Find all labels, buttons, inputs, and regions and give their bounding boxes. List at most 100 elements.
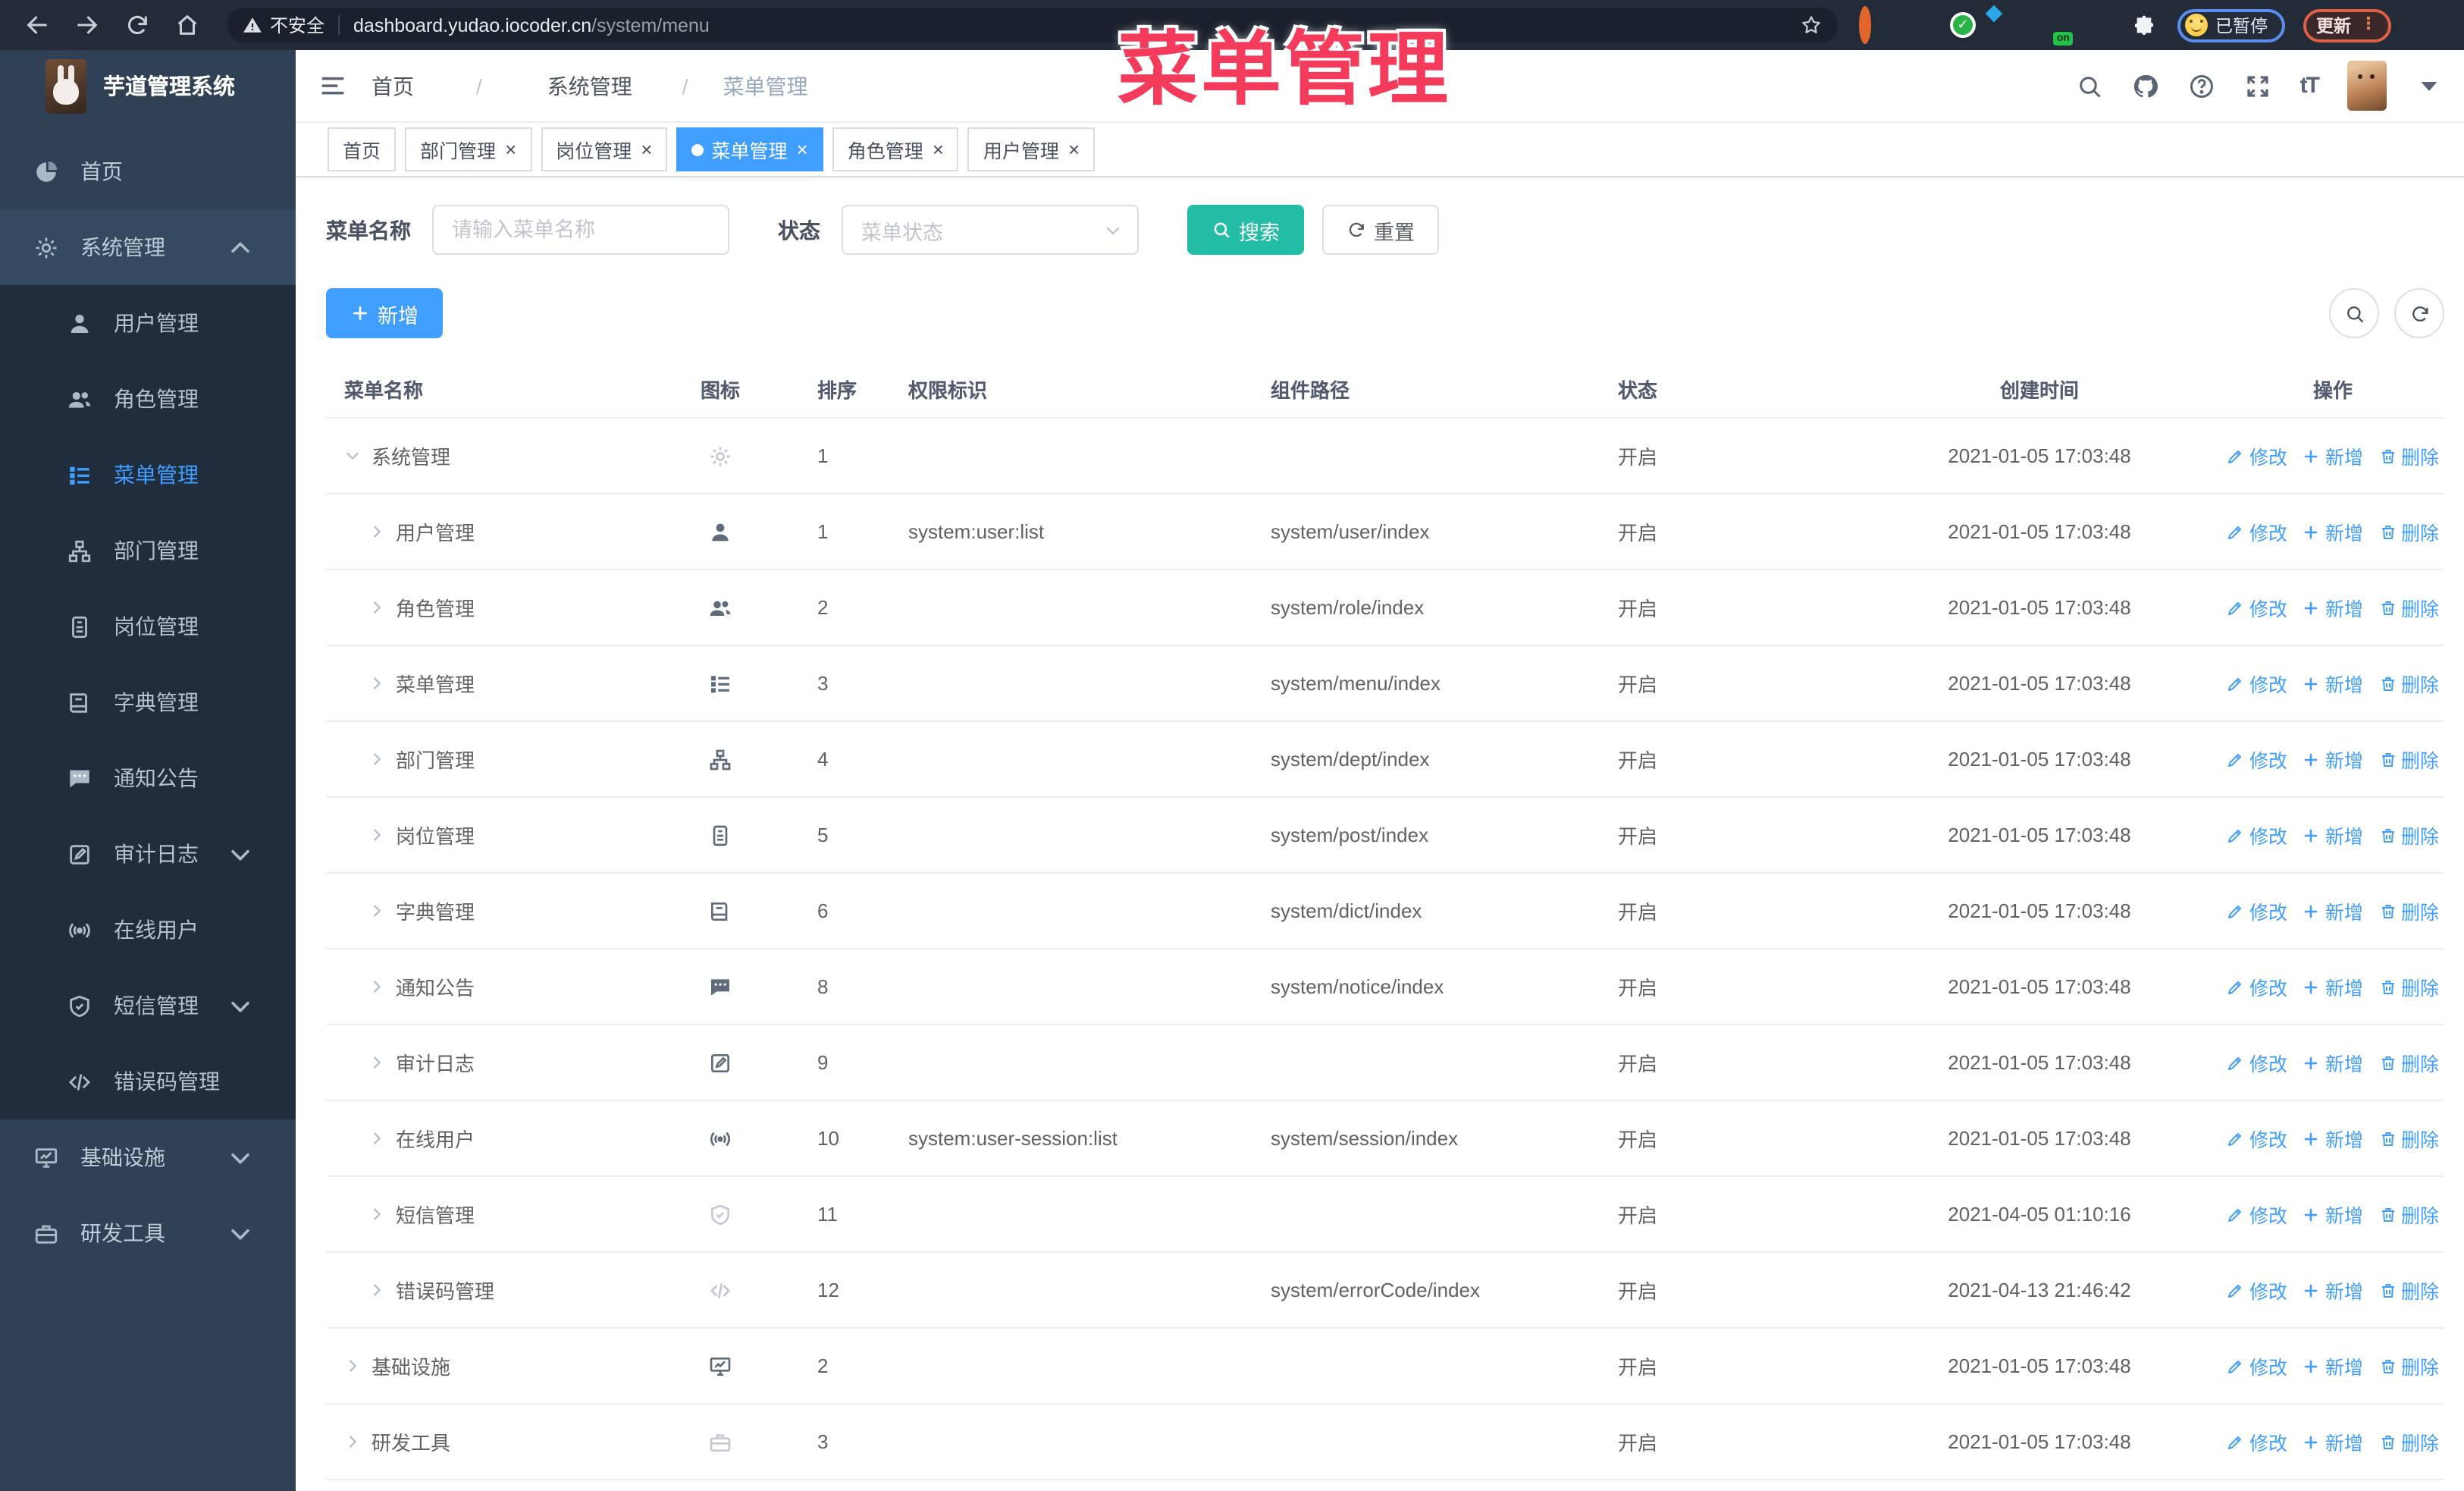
delete-link[interactable]: 删除 (2378, 821, 2439, 849)
hamburger-icon[interactable] (318, 71, 347, 100)
tab-首页[interactable]: 首页 (328, 127, 397, 171)
sidebar-item-首页[interactable]: 首页 (0, 133, 296, 209)
bookmark-star-icon[interactable] (1800, 14, 1823, 36)
add-link[interactable]: 新增 (2303, 593, 2363, 622)
home-icon[interactable] (174, 12, 200, 38)
add-link[interactable]: 新增 (2303, 517, 2363, 546)
sidebar-item-错误码管理[interactable]: 错误码管理 (0, 1044, 296, 1119)
add-link[interactable]: 新增 (2303, 821, 2363, 849)
add-link[interactable]: 新增 (2303, 1048, 2363, 1077)
tab-角色管理[interactable]: 角色管理 × (832, 127, 959, 171)
help-icon[interactable] (2188, 72, 2215, 99)
back-icon[interactable] (24, 12, 50, 38)
delete-link[interactable]: 删除 (2378, 593, 2439, 622)
expand-row-icon[interactable] (368, 1054, 385, 1071)
delete-link[interactable]: 删除 (2378, 1200, 2439, 1229)
close-tab-icon[interactable]: × (505, 140, 516, 159)
expand-row-icon[interactable] (368, 1282, 385, 1298)
edit-link[interactable]: 修改 (2227, 1351, 2287, 1380)
user-avatar[interactable] (2347, 61, 2387, 111)
tab-用户管理[interactable]: 用户管理 × (967, 127, 1096, 171)
extension-toggle-icon[interactable]: on (2041, 12, 2073, 46)
fullscreen-icon[interactable] (2244, 72, 2271, 99)
reload-icon[interactable] (124, 12, 150, 38)
edit-link[interactable]: 修改 (2227, 745, 2287, 774)
collapse-row-icon[interactable] (344, 447, 361, 464)
expand-row-icon[interactable] (368, 1130, 385, 1147)
expand-row-icon[interactable] (344, 1358, 361, 1374)
expand-row-icon[interactable] (368, 599, 385, 616)
delete-link[interactable]: 删除 (2378, 1124, 2439, 1153)
sidebar-item-研发工具[interactable]: 研发工具 (0, 1195, 296, 1271)
app-logo[interactable]: 芋道管理系统 (0, 50, 296, 121)
close-tab-icon[interactable]: × (797, 140, 808, 159)
font-size-icon[interactable]: tT (2300, 73, 2320, 99)
delete-link[interactable]: 删除 (2378, 745, 2439, 774)
edit-link[interactable]: 修改 (2227, 441, 2287, 470)
edit-link[interactable]: 修改 (2227, 669, 2287, 698)
edit-link[interactable]: 修改 (2227, 1200, 2287, 1229)
extensions-puzzle-icon[interactable] (2132, 13, 2156, 37)
sidebar-item-角色管理[interactable]: 角色管理 (0, 361, 296, 437)
delete-link[interactable]: 删除 (2378, 517, 2439, 546)
expand-row-icon[interactable] (368, 902, 385, 919)
github-icon[interactable] (2132, 72, 2159, 99)
delete-link[interactable]: 删除 (2378, 1048, 2439, 1077)
delete-link[interactable]: 删除 (2378, 1351, 2439, 1380)
search-icon[interactable] (2076, 72, 2103, 99)
add-link[interactable]: 新增 (2303, 1276, 2363, 1304)
expand-row-icon[interactable] (368, 751, 385, 767)
extension-grid-icon[interactable] (1995, 12, 2021, 38)
profile-paused-badge[interactable]: 已暂停 (2177, 8, 2284, 42)
delete-link[interactable]: 删除 (2378, 1276, 2439, 1304)
expand-row-icon[interactable] (368, 675, 385, 692)
sidebar-item-岗位管理[interactable]: 岗位管理 (0, 589, 296, 664)
delete-link[interactable]: 删除 (2378, 972, 2439, 1001)
edit-link[interactable]: 修改 (2227, 1048, 2287, 1077)
kebab-menu-icon[interactable]: ⋮ (2360, 16, 2377, 33)
sidebar-item-字典管理[interactable]: 字典管理 (0, 664, 296, 740)
extension-donut-icon[interactable] (1859, 6, 1885, 44)
expand-row-icon[interactable] (368, 523, 385, 540)
extension-gem-icon[interactable] (1904, 12, 1930, 38)
address-bar[interactable]: 不安全 dashboard.yudao.iocoder.cn/system/me… (227, 8, 1838, 42)
status-select[interactable]: 菜单状态 (842, 205, 1139, 255)
url-text[interactable]: dashboard.yudao.iocoder.cn/system/menu (353, 14, 710, 36)
expand-row-icon[interactable] (368, 827, 385, 843)
delete-link[interactable]: 删除 (2378, 1427, 2439, 1456)
breadcrumb-system[interactable]: 系统管理 (496, 71, 669, 101)
sidebar-item-部门管理[interactable]: 部门管理 (0, 513, 296, 589)
sidebar-item-审计日志[interactable]: 审计日志 (0, 816, 296, 892)
close-tab-icon[interactable]: × (1068, 140, 1080, 159)
browser-update-button[interactable]: 更新 ⋮ (2303, 8, 2390, 42)
add-link[interactable]: 新增 (2303, 1124, 2363, 1153)
close-tab-icon[interactable]: × (641, 140, 652, 159)
sidebar-item-用户管理[interactable]: 用户管理 (0, 285, 296, 361)
breadcrumb-home[interactable]: 首页 (371, 71, 462, 101)
tab-部门管理[interactable]: 部门管理 × (405, 127, 532, 171)
expand-row-icon[interactable] (368, 1206, 385, 1223)
delete-link[interactable]: 删除 (2378, 441, 2439, 470)
tab-岗位管理[interactable]: 岗位管理 × (541, 127, 668, 171)
not-secure-label[interactable]: 不安全 (270, 12, 324, 38)
show-search-toggle-button[interactable] (2329, 288, 2379, 338)
sidebar-item-短信管理[interactable]: 短信管理 (0, 968, 296, 1044)
expand-row-icon[interactable] (368, 978, 385, 995)
add-link[interactable]: 新增 (2303, 669, 2363, 698)
menu-name-input[interactable] (432, 205, 729, 255)
reset-button[interactable]: 重置 (1322, 205, 1439, 255)
edit-link[interactable]: 修改 (2227, 593, 2287, 622)
sidebar-item-系统管理[interactable]: 系统管理 (0, 209, 296, 285)
add-link[interactable]: 新增 (2303, 441, 2363, 470)
edit-link[interactable]: 修改 (2227, 1124, 2287, 1153)
sidebar-item-通知公告[interactable]: 通知公告 (0, 740, 296, 816)
edit-link[interactable]: 修改 (2227, 1427, 2287, 1456)
edit-link[interactable]: 修改 (2227, 821, 2287, 849)
expand-row-icon[interactable] (344, 1433, 361, 1450)
add-link[interactable]: 新增 (2303, 1351, 2363, 1380)
edit-link[interactable]: 修改 (2227, 517, 2287, 546)
extension-check-icon[interactable]: ✓ (1950, 12, 1976, 38)
add-link[interactable]: 新增 (2303, 896, 2363, 925)
add-link[interactable]: 新增 (2303, 1200, 2363, 1229)
tab-菜单管理[interactable]: 菜单管理 × (676, 127, 823, 171)
